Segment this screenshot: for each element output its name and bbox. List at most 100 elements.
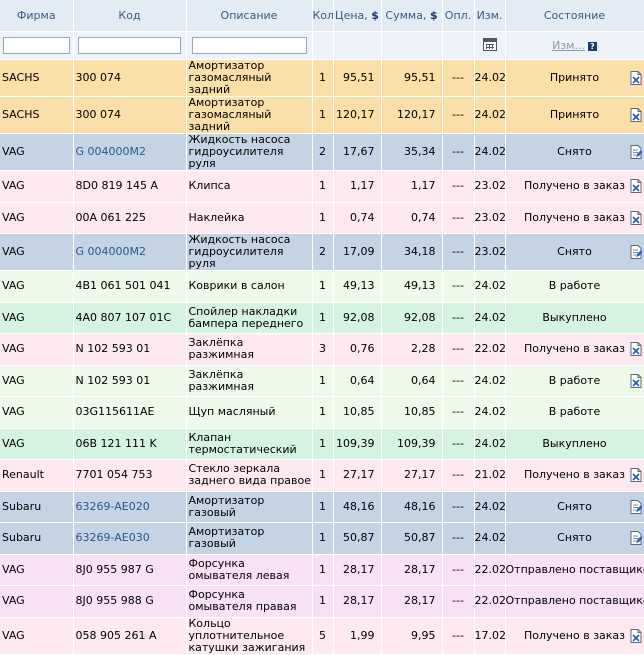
firm-cell: Subaru <box>0 491 74 523</box>
col-price-header[interactable]: Цена, $ <box>333 0 382 32</box>
code-cell: 03G115611AE <box>73 396 187 429</box>
code-cell: N 102 593 01 <box>73 333 187 366</box>
cancel-order-icon[interactable] <box>630 179 642 194</box>
code-cell[interactable]: 63269-AE020 <box>73 491 187 523</box>
firm-cell: VAG <box>0 428 74 460</box>
table-row[interactable]: VAG 00A 061 225 Наклейка 1 0,74 0,74 --- 23.02 П… <box>0 202 644 234</box>
col-state-header[interactable]: Состояние <box>505 0 644 32</box>
price-cell: 50,87 <box>333 522 382 555</box>
table-row[interactable]: VAG G 004000M2 Жидкость насоса гидроусилит… <box>0 233 644 271</box>
cancel-order-icon[interactable] <box>630 210 642 225</box>
paid-cell: --- <box>442 333 475 366</box>
date-cell: 22.02 <box>474 554 506 586</box>
table-row[interactable]: VAG 4B1 061 501 041 Коврики в салон 1 49,13 4… <box>0 270 644 303</box>
filter-cell-qty <box>312 31 334 60</box>
sum-cell: 0,74 <box>381 202 443 234</box>
table-row[interactable]: VAG 06B 121 111 K Клапан термостатический 1… <box>0 428 644 460</box>
calendar-icon[interactable] <box>482 37 497 51</box>
col-sum-header[interactable]: Сумма, $ <box>381 0 443 32</box>
state-cell: Снято <box>505 133 644 171</box>
cancel-order-icon[interactable] <box>630 373 642 388</box>
code-cell[interactable]: G 004000M2 <box>73 233 187 271</box>
table-row[interactable]: Subaru 63269-AE020 Амортизатор газовый 1 48,… <box>0 491 644 523</box>
cancel-order-icon[interactable] <box>630 108 642 122</box>
desc-cell: Наклейка <box>186 202 313 234</box>
sum-cell: 10,85 <box>381 396 443 429</box>
qty-cell: 1 <box>312 270 334 303</box>
date-cell: 24.02 <box>474 522 506 555</box>
col-date-header[interactable]: Изм. <box>474 0 506 32</box>
price-cell: 17,09 <box>333 233 382 271</box>
code-cell[interactable]: G 004000M2 <box>73 133 187 171</box>
firm-cell: VAG <box>0 170 74 203</box>
table-row[interactable]: VAG 4A0 807 107 01C Спойлер накладки бампе… <box>0 302 644 334</box>
firm-cell: VAG <box>0 396 74 429</box>
col-code-header[interactable]: Код <box>73 0 187 32</box>
col-qty-header[interactable]: Кол <box>312 0 334 32</box>
table-row[interactable]: VAG 8J0 955 987 G Форсунка омывателя левая… <box>0 554 644 586</box>
code-cell: 4A0 807 107 01C <box>73 302 187 334</box>
paid-cell: --- <box>442 554 475 586</box>
sum-cell: 28,17 <box>381 554 443 586</box>
code-cell[interactable]: 63269-AE030 <box>73 522 187 555</box>
paid-cell: --- <box>442 96 475 134</box>
firm-cell: SACHS <box>0 59 74 97</box>
table-row[interactable]: VAG N 102 593 01 Заклёпка разжимная 1 0,64 0,… <box>0 365 644 397</box>
firm-cell: SACHS <box>0 96 74 134</box>
firm-filter-input[interactable] <box>2 37 70 54</box>
cancel-order-icon[interactable] <box>630 342 642 357</box>
state-cell: Выкуплено <box>505 428 644 460</box>
table-row[interactable]: SACHS 300 074 Амортизатор газомасляный зад… <box>0 59 644 97</box>
desc-cell: Форсунка омывателя левая <box>186 554 313 586</box>
date-cell: 22.02 <box>474 333 506 366</box>
code-cell: 8J0 955 987 G <box>73 554 187 586</box>
cancel-order-icon[interactable] <box>630 468 642 483</box>
table-row[interactable]: VAG 8J0 955 988 G Форсунка омывателя права… <box>0 585 644 618</box>
table-row[interactable]: VAG N 102 593 01 Заклёпка разжимная 3 0,76 2,… <box>0 333 644 366</box>
edit-order-icon[interactable] <box>630 145 643 159</box>
paid-cell: --- <box>442 270 475 303</box>
help-icon[interactable]: ? <box>587 41 597 51</box>
qty-cell: 1 <box>312 170 334 203</box>
edit-order-icon[interactable] <box>630 499 643 514</box>
state-cell: В работе <box>505 396 644 429</box>
firm-cell: Subaru <box>0 522 74 555</box>
state-cell: Получено в заказ <box>505 333 644 366</box>
table-row[interactable]: Subaru 63269-AE030 Амортизатор газовый 1 50,… <box>0 522 644 555</box>
table-row[interactable]: VAG 03G115611AE Щуп масляный 1 10,85 10,85 ---… <box>0 396 644 429</box>
edit-order-icon[interactable] <box>630 531 643 546</box>
state-filter-link[interactable]: Изм... <box>552 39 585 52</box>
date-cell: 24.02 <box>474 96 506 134</box>
desc-cell: Амортизатор газомасляный задний <box>186 96 313 134</box>
col-firm-header[interactable]: Фирма <box>0 0 74 32</box>
table-row[interactable]: VAG 058 905 261 A Кольцо уплотнительное ка… <box>0 617 644 655</box>
paid-cell: --- <box>442 585 475 618</box>
qty-cell: 1 <box>312 302 334 334</box>
table-row[interactable]: Renault 7701 054 753 Стекло зеркала заднег… <box>0 459 644 492</box>
firm-cell: VAG <box>0 365 74 397</box>
cancel-order-icon[interactable] <box>630 71 642 85</box>
cancel-order-icon[interactable] <box>630 628 642 643</box>
firm-cell: VAG <box>0 333 74 366</box>
date-cell: 24.02 <box>474 365 506 397</box>
table-row[interactable]: SACHS 300 074 Амортизатор газомасляный зад… <box>0 96 644 134</box>
desc-cell: Заклёпка разжимная <box>186 333 313 366</box>
code-filter-input[interactable] <box>77 37 182 54</box>
table-row[interactable]: VAG 8D0 819 145 A Клипса 1 1,17 1,17 --- 23.02 П… <box>0 170 644 203</box>
col-desc-header[interactable]: Описание <box>186 0 313 32</box>
col-paid-header[interactable]: Опл. <box>442 0 475 32</box>
filter-cell-price <box>333 31 382 60</box>
paid-cell: --- <box>442 133 475 171</box>
sum-cell: 28,17 <box>381 585 443 618</box>
desc-cell: Спойлер накладки бампера переднего <box>186 302 313 334</box>
desc-cell: Заклёпка разжимная <box>186 365 313 397</box>
sum-cell: 35,34 <box>381 133 443 171</box>
state-cell: Отправлено поставщиком <box>505 554 644 586</box>
date-cell: 23.02 <box>474 233 506 271</box>
date-cell: 24.02 <box>474 133 506 171</box>
state-cell: Отправлено поставщиком <box>505 585 644 618</box>
desc-filter-input[interactable] <box>191 37 307 54</box>
table-row[interactable]: VAG G 004000M2 Жидкость насоса гидроусилит… <box>0 133 644 171</box>
paid-cell: --- <box>442 617 475 655</box>
edit-order-icon[interactable] <box>630 245 643 259</box>
